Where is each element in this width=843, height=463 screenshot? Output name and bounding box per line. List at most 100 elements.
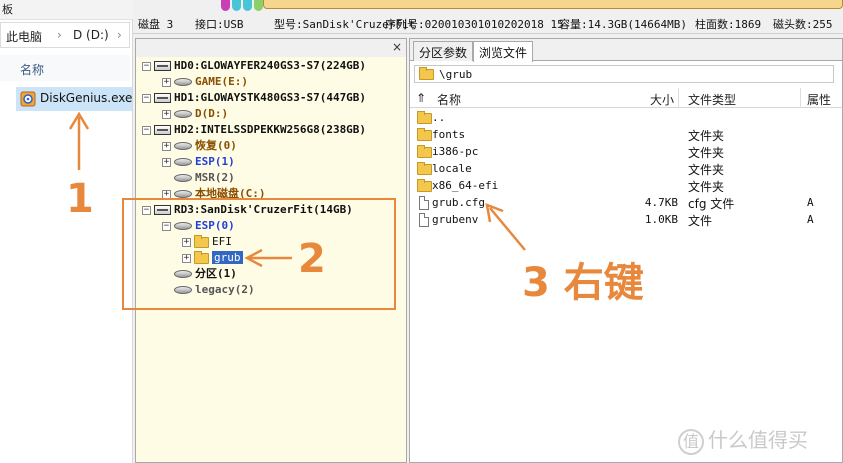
disk-interface: 接口:USB	[195, 18, 244, 31]
expand-icon[interactable]: +	[162, 109, 171, 119]
file-row[interactable]: grub.cfg 4.7KB cfg 文件 A	[410, 195, 842, 212]
tree-node-label: GAME(E:)	[195, 75, 248, 88]
partition-icon	[174, 174, 192, 182]
file-icon	[419, 196, 429, 210]
disk-serial: 序列号:020010301010202018 15	[385, 18, 564, 31]
column-header-name-label: 名称	[20, 63, 45, 77]
tab-partition-params[interactable]: 分区参数	[413, 41, 474, 61]
tab-browse-files[interactable]: 浏览文件	[473, 41, 534, 62]
tree-node-label: HD1:GLOWAYSTK480GS3-S7(447GB)	[174, 91, 367, 104]
file-attr: A	[807, 213, 814, 226]
folder-icon	[417, 162, 432, 175]
tree-node-label: MSR(2)	[195, 171, 235, 184]
folder-icon	[417, 179, 432, 192]
tree-node-hd0[interactable]: − HD0:GLOWAYFER240GS3-S7(224GB)	[142, 58, 366, 73]
file-icon	[419, 213, 429, 227]
file-name: x86_64-efi	[432, 179, 499, 192]
partition-icon	[174, 158, 192, 166]
file-row[interactable]: locale 文件夹	[410, 161, 842, 178]
hard-disk-icon	[154, 61, 171, 71]
file-list-header: ⇑ 名称 大小 文件类型 属性	[410, 88, 842, 108]
breadcrumb-drive-d[interactable]: D (D:)	[73, 28, 109, 42]
tree-node-hd1[interactable]: − HD1:GLOWAYSTK480GS3-S7(447GB)	[142, 90, 366, 105]
file-name: locale	[432, 162, 472, 175]
file-name: grubenv	[432, 213, 479, 226]
explorer-address-bar[interactable]: 此电脑 › D (D:) ›	[0, 22, 130, 48]
file-name: grub.cfg	[432, 196, 485, 209]
column-header-name[interactable]: 名称	[437, 91, 461, 108]
hard-disk-icon	[154, 125, 171, 135]
file-name: fonts	[432, 128, 466, 141]
file-row[interactable]: grubenv 1.0KB 文件 A	[410, 212, 842, 229]
partition-icon	[174, 78, 192, 86]
tab-bar: 分区参数 浏览文件	[410, 39, 842, 62]
file-row[interactable]: fonts 文件夹	[410, 127, 842, 144]
partition-block-main[interactable]	[263, 0, 843, 9]
disk-heads: 磁头数:255	[773, 18, 833, 31]
collapse-icon[interactable]: −	[142, 125, 151, 135]
file-item-diskgenius[interactable]: DiskGenius.exe	[16, 87, 132, 111]
watermark-logo-icon: 值	[678, 428, 704, 455]
file-name: i386-pc	[432, 145, 479, 158]
file-type: 文件夹	[688, 163, 725, 177]
partition-icon	[174, 110, 192, 118]
folder-icon	[417, 145, 432, 158]
column-divider[interactable]	[678, 88, 679, 108]
hard-disk-icon	[154, 93, 171, 103]
tree-node-msr[interactable]: MSR(2)	[174, 170, 235, 185]
disk-capacity: 容量:14.3GB(14664MB)	[559, 18, 687, 31]
column-header-size[interactable]: 大小	[650, 91, 674, 108]
annotation-step-1: 1	[66, 176, 94, 222]
file-item-label: DiskGenius.exe	[40, 91, 133, 105]
column-header-name[interactable]: 名称	[0, 55, 130, 81]
disk-partition-bar[interactable]	[133, 0, 843, 12]
close-icon[interactable]: ×	[392, 40, 402, 54]
partition-block[interactable]	[221, 0, 230, 11]
partition-block[interactable]	[243, 0, 252, 11]
file-row[interactable]: i386-pc 文件夹	[410, 144, 842, 161]
watermark: 值什么值得买	[678, 424, 808, 455]
column-header-attr[interactable]: 属性	[807, 91, 831, 108]
file-type: 文件夹	[688, 180, 725, 194]
tree-node-d[interactable]: + D(D:)	[162, 106, 228, 121]
tree-node-hd2[interactable]: − HD2:INTELSSDPEKKW256G8(238GB)	[142, 122, 366, 137]
column-divider[interactable]	[800, 88, 801, 108]
partition-block[interactable]	[232, 0, 241, 11]
file-name: ..	[432, 111, 446, 124]
tree-node-recover[interactable]: + 恢复(0)	[162, 138, 237, 153]
folder-icon	[419, 67, 434, 80]
collapse-icon[interactable]: −	[142, 61, 151, 71]
column-header-type[interactable]: 文件类型	[688, 91, 736, 108]
disk-info-bar: 磁盘 3 接口:USB 型号:SanDisk'CruzerFit 序列号:020…	[133, 12, 843, 34]
partition-icon	[174, 190, 192, 198]
file-type: 文件夹	[688, 146, 725, 160]
up-arrow-icon[interactable]: ⇑	[416, 91, 426, 105]
expand-icon[interactable]: +	[162, 141, 171, 151]
breadcrumb-separator: ›	[57, 28, 62, 42]
folder-icon	[417, 128, 432, 141]
explorer-titlebar-text: 板	[2, 3, 13, 16]
file-row[interactable]: x86_64-efi 文件夹	[410, 178, 842, 195]
annotation-step-3: 3 右键	[522, 260, 644, 306]
folder-icon	[417, 111, 432, 124]
partition-block[interactable]	[254, 0, 263, 11]
file-row[interactable]: ..	[410, 110, 842, 127]
partition-icon	[174, 142, 192, 150]
watermark-text: 什么值得买	[708, 428, 808, 452]
tree-node-game[interactable]: + GAME(E:)	[162, 74, 248, 89]
expand-icon[interactable]: +	[162, 157, 171, 167]
disk-cylinders: 柱面数:1869	[695, 18, 762, 31]
tree-node-esp1[interactable]: + ESP(1)	[162, 154, 235, 169]
current-path: \grub	[439, 68, 473, 81]
tree-node-label: HD0:GLOWAYFER240GS3-S7(224GB)	[174, 59, 367, 72]
tree-node-label: 恢复(0)	[195, 139, 237, 152]
expand-icon[interactable]: +	[162, 77, 171, 87]
file-size: 4.7KB	[644, 196, 678, 209]
collapse-icon[interactable]: −	[142, 93, 151, 103]
annotation-step-2: 2	[298, 236, 326, 282]
file-type: 文件	[688, 214, 713, 228]
breadcrumb-this-pc[interactable]: 此电脑	[6, 28, 42, 45]
tree-node-label: D(D:)	[195, 107, 229, 120]
tree-node-label: ESP(1)	[195, 155, 235, 168]
diskgenius-app-icon	[20, 91, 36, 107]
